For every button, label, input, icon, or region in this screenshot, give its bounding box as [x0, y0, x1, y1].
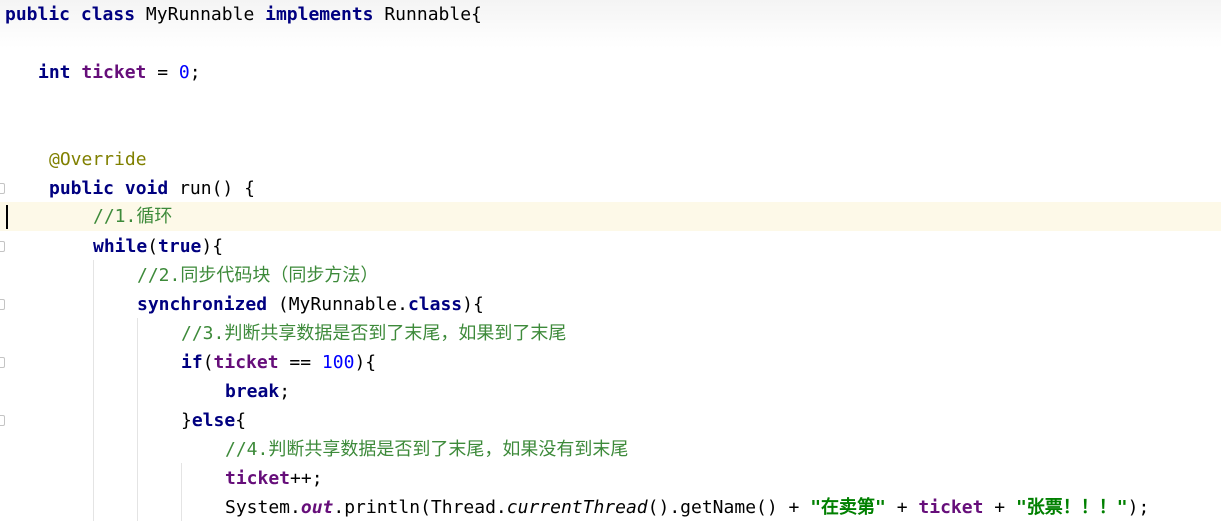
code-text: ().getName() + — [647, 497, 811, 518]
code-line-comment-2[interactable]: //2.同步代码块（同步方法） — [137, 261, 378, 290]
number-literal: 0 — [178, 62, 190, 83]
code-text: + — [983, 497, 1016, 518]
keyword: else — [191, 410, 236, 431]
text-caret — [6, 205, 8, 229]
code-line-synchronized[interactable]: synchronized (MyRunnable.class){ — [137, 290, 484, 319]
keyword: class — [80, 4, 136, 25]
brace: { — [235, 410, 247, 431]
keyword: implements — [265, 4, 374, 25]
indent-guide — [181, 463, 182, 521]
code-text: System. — [225, 497, 301, 518]
number-literal: 100 — [321, 352, 355, 373]
paren: ( — [147, 236, 159, 257]
code-line-comment-3[interactable]: //3.判断共享数据是否到了末尾，如果到了末尾 — [181, 319, 566, 348]
indent-guide — [137, 318, 138, 521]
code-line-println[interactable]: System.out.println(Thread.currentThread(… — [225, 493, 1149, 522]
static-field: out — [300, 497, 334, 518]
comment: //1.循环 — [93, 206, 173, 227]
keyword: class — [407, 294, 463, 315]
code-editor[interactable]: public class MyRunnable implements Runna… — [0, 0, 1221, 521]
code-line-if[interactable]: if(ticket == 100){ — [181, 348, 376, 377]
code-line-else[interactable]: }else{ — [181, 406, 246, 435]
class-name: MyRunnable — [145, 4, 255, 25]
indent-guide — [93, 260, 94, 521]
paren: ( — [202, 352, 214, 373]
keyword: public — [5, 4, 71, 25]
operator: ++; — [290, 468, 323, 489]
operator: == — [278, 352, 322, 373]
paren: ){ — [354, 352, 377, 373]
semicolon: ; — [189, 62, 201, 83]
code-line-annotation[interactable]: @Override — [49, 145, 147, 174]
paren: ){ — [201, 236, 224, 257]
field-name: ticket — [918, 497, 984, 518]
code-line-comment-1[interactable]: //1.循环 — [93, 202, 172, 231]
keyword: int — [38, 62, 71, 83]
comment: //2.同步代码块（同步方法） — [137, 265, 379, 286]
keyword: public — [49, 178, 115, 199]
fold-marker-icon[interactable] — [0, 415, 5, 426]
code-text: (MyRunnable. — [267, 294, 408, 315]
annotation: @Override — [49, 149, 147, 170]
keyword: true — [158, 236, 202, 257]
keyword: synchronized — [137, 294, 268, 315]
keyword: while — [93, 236, 148, 257]
current-line-highlight — [0, 202, 1221, 231]
code-line-while[interactable]: while(true){ — [93, 232, 223, 261]
keyword: break — [225, 381, 280, 402]
method-signature: run() { — [179, 178, 255, 199]
fold-marker-icon[interactable] — [0, 357, 5, 368]
code-line-method[interactable]: public void run() { — [49, 174, 255, 203]
semicolon: ; — [279, 381, 291, 402]
field-name: ticket — [81, 62, 147, 83]
code-line-comment-4[interactable]: //4.判断共享数据是否到了末尾，如果没有到末尾 — [225, 435, 628, 464]
operator: = — [146, 62, 179, 83]
comment: //3.判断共享数据是否到了末尾，如果到了末尾 — [181, 323, 567, 344]
fold-marker-icon[interactable] — [0, 241, 5, 252]
brace: } — [181, 410, 192, 431]
comment: //4.判断共享数据是否到了末尾，如果没有到末尾 — [225, 439, 629, 460]
code-line-2[interactable]: int ticket = 0; — [38, 58, 201, 87]
code-line-increment[interactable]: ticket++; — [225, 464, 323, 493]
code-line-break[interactable]: break; — [225, 377, 290, 406]
string-literal: "在卖第" — [810, 497, 886, 518]
code-line-1[interactable]: public class MyRunnable implements Runna… — [5, 0, 482, 29]
code-text: .println(Thread. — [333, 497, 507, 518]
field-name: ticket — [213, 352, 279, 373]
field-name: ticket — [225, 468, 291, 489]
static-method: currentThread — [506, 497, 648, 518]
fold-marker-icon[interactable] — [0, 183, 5, 194]
code-text: ){ — [462, 294, 484, 315]
interface-name: Runnable{ — [384, 4, 482, 25]
fold-marker-icon[interactable] — [0, 299, 5, 310]
code-text: ); — [1127, 497, 1150, 518]
string-literal: "张票！！！" — [1015, 497, 1128, 518]
keyword: void — [124, 178, 169, 199]
code-text: + — [885, 497, 919, 518]
keyword: if — [181, 352, 203, 373]
